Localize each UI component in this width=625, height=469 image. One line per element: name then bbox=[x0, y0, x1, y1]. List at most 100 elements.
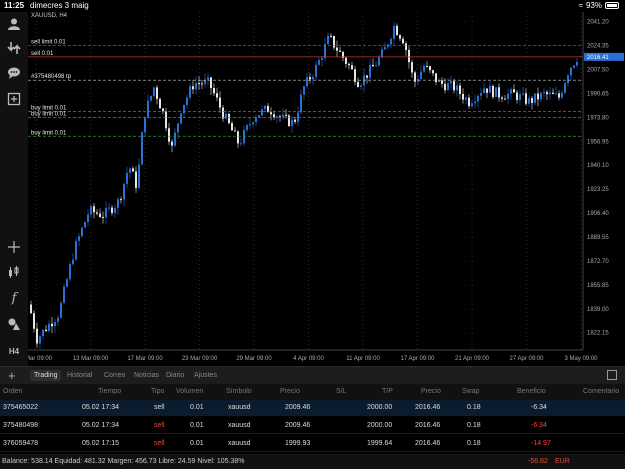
user-icon[interactable] bbox=[5, 15, 23, 33]
candle-body bbox=[471, 103, 473, 107]
price-axis-label: 2007.50 bbox=[587, 68, 609, 74]
candle-body bbox=[33, 313, 35, 329]
price-axis-label: 2024.35 bbox=[587, 44, 609, 50]
candle-body bbox=[153, 87, 155, 96]
function-icon[interactable]: f bbox=[5, 289, 23, 307]
candle-body bbox=[222, 107, 224, 119]
crosshair-icon[interactable] bbox=[5, 238, 23, 256]
candle-body bbox=[468, 97, 470, 107]
candle-body bbox=[480, 93, 482, 96]
add-icon[interactable]: + bbox=[8, 368, 16, 383]
table-row[interactable]: 375465022 05.02 17:34 sell 0.01 xauusd 2… bbox=[0, 400, 625, 416]
row-tp: 2000.00 bbox=[367, 404, 393, 411]
col-comentario: Comentario bbox=[583, 388, 620, 395]
candle-body bbox=[189, 86, 191, 98]
candle-body bbox=[312, 76, 314, 80]
candle-body bbox=[69, 264, 71, 280]
candle-body bbox=[66, 279, 68, 287]
row-order: 375465022 bbox=[3, 404, 39, 411]
tab-ajustes[interactable]: Ajustes bbox=[190, 370, 221, 381]
row-volume: 0.01 bbox=[190, 440, 204, 447]
candle-body bbox=[459, 85, 461, 94]
terminal-tabbar: + Trading Historial Correo Noticias Diar… bbox=[0, 366, 625, 384]
add-icon[interactable] bbox=[5, 90, 23, 108]
candle-body bbox=[495, 87, 497, 98]
timeframe-button[interactable]: H4 bbox=[5, 342, 23, 360]
candle-body bbox=[195, 83, 197, 90]
sidebar-toolbar: f H4 bbox=[0, 12, 28, 366]
panel-toggle-icon[interactable] bbox=[607, 370, 617, 380]
candle-body bbox=[441, 80, 443, 84]
candle-body bbox=[339, 50, 341, 52]
candle-body bbox=[117, 199, 119, 208]
col-beneficio: Beneficio bbox=[517, 388, 546, 395]
candle-body bbox=[93, 206, 95, 213]
candle-body bbox=[519, 94, 521, 100]
candle-body bbox=[255, 117, 257, 123]
trade-icon[interactable] bbox=[5, 39, 23, 57]
row-volume: 0.01 bbox=[190, 404, 204, 411]
candle-body bbox=[486, 88, 488, 93]
candle-body bbox=[489, 85, 491, 93]
candle-body bbox=[456, 85, 458, 91]
row-profit: -6.34 bbox=[531, 422, 547, 429]
tab-noticias[interactable]: Noticias bbox=[130, 370, 163, 381]
candle-body bbox=[114, 207, 116, 213]
time-axis-label: 27 Apr 09:00 bbox=[509, 356, 544, 362]
candle-body bbox=[141, 132, 143, 165]
col-tp: T/P bbox=[382, 388, 393, 395]
candle-body bbox=[477, 95, 479, 102]
price-chart[interactable]: 7 Mar 09:00 13 Mar 09:00 17 Mar 09:00 23 Ma… bbox=[28, 12, 625, 366]
status-bar: 11:25 dimecres 3 maig ≈ 93% bbox=[0, 0, 625, 12]
row-order: 375480498 bbox=[3, 422, 39, 429]
candle-body bbox=[405, 43, 407, 50]
col-tipo: Tipo bbox=[151, 388, 165, 395]
tab-correo[interactable]: Correo bbox=[100, 370, 129, 381]
time-axis-label: 17 Apr 09:00 bbox=[400, 356, 435, 362]
candle-body bbox=[156, 87, 158, 99]
candle-body bbox=[219, 97, 221, 108]
candle-body bbox=[231, 123, 233, 131]
order-line-label: buy limit 0.01 bbox=[31, 130, 67, 136]
tab-trading[interactable]: Trading bbox=[30, 370, 62, 381]
candle-body bbox=[240, 143, 242, 145]
candle-body bbox=[327, 35, 329, 45]
candle-body bbox=[60, 302, 62, 318]
candle-body bbox=[483, 88, 485, 94]
objects-icon[interactable] bbox=[5, 315, 23, 333]
indicator-icon[interactable] bbox=[5, 263, 23, 281]
candle-body bbox=[549, 92, 551, 95]
candlestick-chart[interactable]: 7 Mar 09:00 13 Mar 09:00 17 Mar 09:00 23 Ma… bbox=[28, 12, 625, 366]
candle-body bbox=[348, 63, 350, 66]
candle-body bbox=[390, 38, 392, 45]
candle-body bbox=[105, 207, 107, 218]
candle-body bbox=[372, 64, 374, 67]
table-row[interactable]: 376059478 05.02 17:15 sell 0.01 xauusd 1… bbox=[0, 436, 625, 452]
chat-icon[interactable] bbox=[5, 64, 23, 82]
tab-historial[interactable]: Historial bbox=[63, 370, 96, 381]
currency-label: EUR bbox=[555, 458, 570, 465]
candle-body bbox=[51, 323, 53, 327]
total-profit: -56.82 bbox=[528, 458, 548, 465]
col-simbolo: Símbolo bbox=[226, 388, 252, 395]
status-right: ≈ 93% bbox=[579, 1, 619, 10]
candle-body bbox=[423, 66, 425, 72]
candle-body bbox=[447, 83, 449, 91]
candle-body bbox=[39, 336, 41, 344]
candle-body bbox=[63, 286, 65, 303]
time-axis-label: 4 Apr 09:00 bbox=[293, 356, 324, 362]
candle-body bbox=[513, 89, 515, 93]
candle-body bbox=[324, 44, 326, 59]
candle-body bbox=[30, 304, 32, 314]
tab-diario[interactable]: Diario bbox=[162, 370, 188, 381]
table-row[interactable]: 375480498 05.02 17:34 sell 0.01 xauusd 2… bbox=[0, 418, 625, 434]
candle-body bbox=[132, 168, 134, 172]
row-swap: 0.18 bbox=[467, 440, 481, 447]
price-axis-label: 1923.25 bbox=[587, 187, 609, 193]
candle-body bbox=[444, 83, 446, 91]
candle-body bbox=[570, 67, 572, 76]
candle-body bbox=[99, 213, 101, 217]
candle-body bbox=[168, 128, 170, 142]
candle-body bbox=[81, 227, 83, 237]
candle-body bbox=[129, 168, 131, 173]
